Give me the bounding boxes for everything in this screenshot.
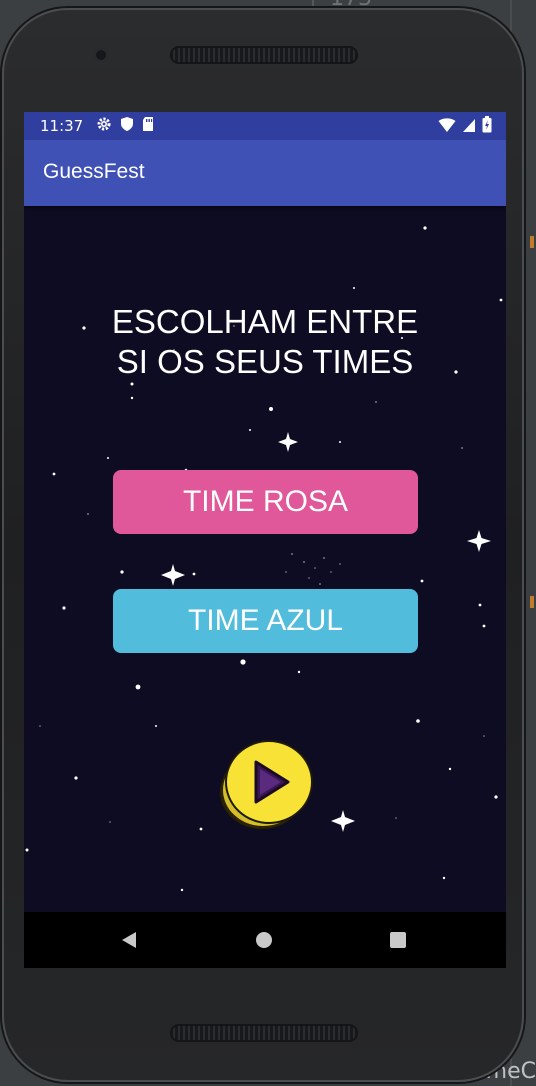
wifi-icon [438, 117, 456, 137]
front-camera [94, 48, 108, 62]
signal-icon [462, 117, 476, 137]
gear-icon [96, 116, 112, 136]
back-icon[interactable] [120, 930, 138, 954]
sd-card-icon [142, 116, 154, 136]
ide-marker [530, 596, 534, 608]
navigation-bar [24, 912, 506, 968]
team-pink-button[interactable]: TIME ROSA [113, 470, 418, 534]
status-bar: 11:37 [24, 112, 506, 140]
status-time: 11:37 [40, 117, 84, 135]
home-icon[interactable] [256, 932, 272, 948]
prompt-line-2: SI OS SEUS TIMES [116, 343, 414, 380]
app-title: GuessFest [43, 160, 145, 183]
team-blue-button[interactable]: TIME AZUL [113, 589, 418, 653]
recents-icon[interactable] [390, 932, 406, 948]
top-speaker [170, 46, 358, 64]
play-icon [220, 740, 313, 829]
bottom-speaker [170, 1024, 358, 1042]
app-bar: GuessFest [24, 140, 506, 206]
battery-icon [482, 116, 492, 137]
team-selection-prompt: ESCOLHAM ENTRE SI OS SEUS TIMES [24, 302, 506, 382]
ide-marker [530, 236, 534, 248]
prompt-line-1: ESCOLHAM ENTRE [111, 303, 419, 340]
play-button[interactable] [220, 740, 316, 832]
device-screen: 11:37 GuessFest ESCOLHAM ENTRE SI OS SEU… [24, 112, 506, 968]
shield-icon [120, 116, 134, 136]
game-setup-screen: ESCOLHAM ENTRE SI OS SEUS TIMES TIME ROS… [24, 206, 506, 912]
